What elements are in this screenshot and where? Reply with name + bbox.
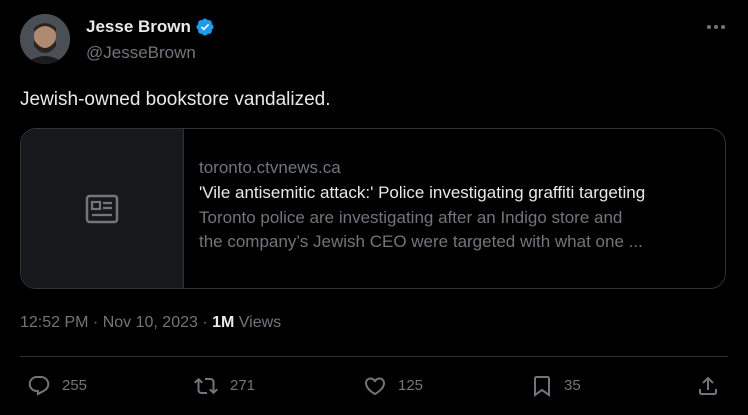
meta-separator: · [197,314,213,331]
bookmark-icon [534,376,550,397]
bookmark-button[interactable]: 35 [530,374,581,398]
views-label: Views [234,314,282,331]
link-card[interactable]: toronto.ctvnews.ca 'Vile antisemitic att… [20,128,726,289]
link-card-description-line-1: Toronto police are investigating after a… [199,208,623,227]
link-card-title: 'Vile antisemitic attack:' Police invest… [199,183,646,202]
reply-count: 255 [62,377,88,394]
tweet-date[interactable]: Nov 10, 2023 [103,314,198,331]
like-count: 125 [398,377,424,394]
tweet-meta: 12:52 PM · Nov 10, 2023 · 1M Views [20,313,281,333]
heart-icon [364,377,386,396]
avatar-image [20,14,70,64]
views-count: 1M [212,314,235,331]
divider [20,356,728,357]
tweet: Jesse Brown @JesseBrown Jewish-owned boo… [0,0,748,415]
avatar[interactable] [20,14,70,64]
repost-icon [194,377,218,395]
link-card-domain: toronto.ctvnews.ca [199,158,341,177]
author-name-row[interactable]: Jesse Brown [86,17,215,37]
tweet-time[interactable]: 12:52 PM [20,314,88,331]
link-card-body[interactable]: toronto.ctvnews.ca 'Vile antisemitic att… [199,157,711,254]
link-card-description-line-2: the company’s Jewish CEO were targeted w… [199,232,643,251]
article-icon [85,194,119,223]
more-options-icon[interactable] [704,17,728,37]
author-display-name[interactable]: Jesse Brown [86,17,191,37]
share-button[interactable] [696,374,720,398]
author-handle[interactable]: @JesseBrown [86,43,196,63]
link-card-thumbnail[interactable] [21,129,184,288]
tweet-text: Jewish-owned bookstore vandalized. [20,89,331,110]
verified-badge-icon [195,17,215,37]
meta-separator: · [88,314,103,331]
reply-icon [28,376,50,396]
repost-button[interactable]: 271 [192,374,255,398]
bookmark-count: 35 [564,377,581,394]
repost-count: 271 [230,377,256,394]
like-button[interactable]: 125 [362,374,423,398]
reply-button[interactable]: 255 [26,374,87,398]
share-icon [699,376,717,395]
